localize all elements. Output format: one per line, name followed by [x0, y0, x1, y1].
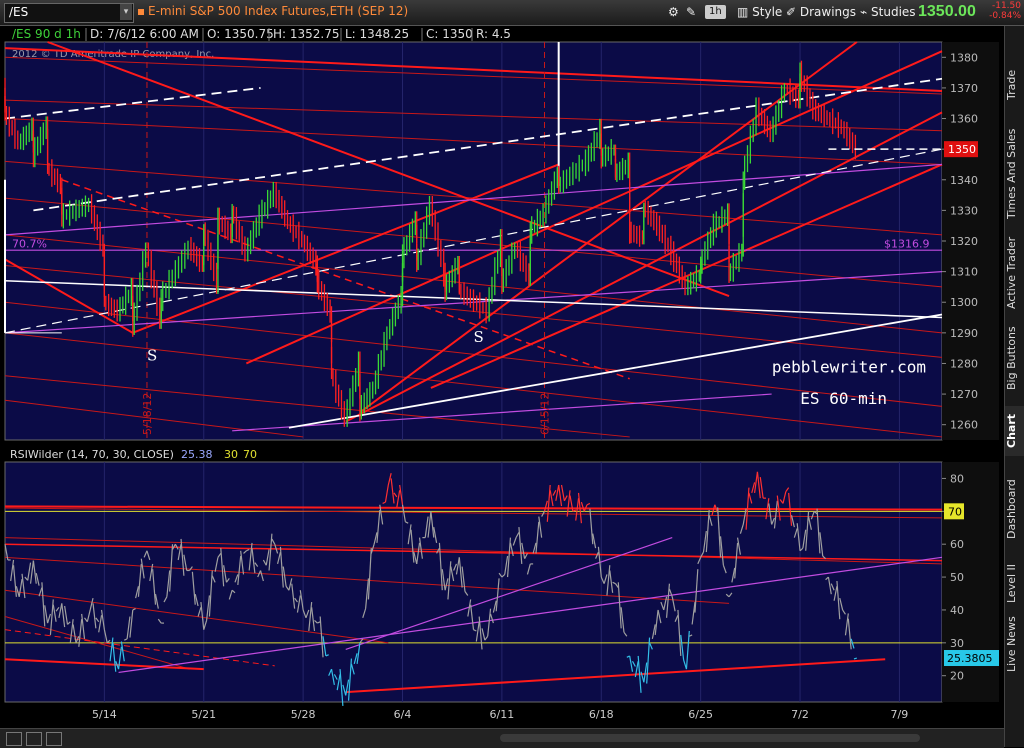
- fib-price-label: $1316.9: [884, 237, 930, 250]
- price-tick-label: 1310: [950, 266, 978, 279]
- price-tick-label: 1360: [950, 113, 978, 126]
- price-tick-label: 1320: [950, 235, 978, 248]
- vertical-date-label: 6/15/12: [538, 393, 551, 435]
- grid-icon[interactable]: [6, 732, 22, 746]
- x-tick-label: 5/14: [92, 708, 117, 721]
- rsi-tick-label: 50: [950, 571, 964, 584]
- chart-header-field: L: 1348.25: [345, 27, 409, 41]
- pencil-icon: ✐: [786, 5, 800, 19]
- price-tick-label: 1260: [950, 419, 978, 432]
- rsi-level-label: 70: [243, 448, 257, 461]
- chart-header-field: H: 1352.75: [273, 27, 340, 41]
- x-tick-label: 6/18: [589, 708, 614, 721]
- drawings-button[interactable]: ✐ Drawings: [786, 4, 856, 20]
- instrument-title: E-mini S&P 500 Index Futures,ETH (SEP 12…: [138, 4, 408, 18]
- rsi-level-label: 30: [224, 448, 238, 461]
- chart-header-field: R: 4.5: [476, 27, 511, 41]
- rsi-value-label: 25.38: [181, 448, 213, 461]
- x-tick-label: 5/28: [291, 708, 316, 721]
- change-percent: -0.84%: [989, 11, 1021, 21]
- style-label: Style: [752, 5, 783, 19]
- price-tick-label: 1330: [950, 204, 978, 217]
- chart-area[interactable]: 1260 1270 1280 1290 1300 1310 1320 1330 1340 1350…: [0, 26, 1004, 728]
- x-tick-label: 6/25: [688, 708, 713, 721]
- symbol-dropdown-icon[interactable]: ▾: [120, 4, 132, 20]
- style-icon: ▥: [737, 5, 753, 19]
- x-tick-label: 6/4: [394, 708, 412, 721]
- fib-level-label: 70.7%: [12, 237, 47, 250]
- chart-header-field: O: 1350.75: [207, 27, 274, 41]
- side-panel: Trade Times And Sales Active Trader Big But…: [1004, 26, 1024, 747]
- x-tick-label: 5/21: [191, 708, 216, 721]
- symbol-text: /ES: [9, 5, 29, 19]
- price-tick-label: 1300: [950, 296, 978, 309]
- studies-button[interactable]: ⌁ Studies: [860, 4, 916, 20]
- last-price: 1350.00: [918, 3, 976, 20]
- side-tab-active-trader[interactable]: Active Trader: [1005, 236, 1024, 310]
- studies-label: Studies: [871, 5, 916, 19]
- gear-icon[interactable]: ⚙: [668, 4, 679, 20]
- chart-header-field: C: 1350: [426, 27, 473, 41]
- timeframe-selector[interactable]: 1h: [705, 5, 726, 19]
- price-tick-label: 1280: [950, 357, 978, 370]
- rsi-tick-label: 20: [950, 670, 964, 683]
- side-tab-dashboard[interactable]: Dashboard: [1005, 468, 1024, 550]
- status-bar: [0, 728, 1004, 748]
- current-price-label: 1350: [948, 143, 976, 156]
- rsi-current-label: 25.3805: [947, 652, 993, 665]
- wrench-icon[interactable]: ✎: [686, 4, 696, 20]
- side-tab-chart[interactable]: Chart: [1005, 406, 1024, 456]
- side-tab-times-and-sales[interactable]: Times And Sales: [1005, 118, 1024, 230]
- watermark-label: ES 60-min: [800, 389, 887, 408]
- side-tab-live-news[interactable]: Live News: [1005, 616, 1024, 672]
- top-toolbar: /ES ▾ E-mini S&P 500 Index Futures,ETH (…: [0, 0, 1024, 26]
- rsi-tick-label: 30: [950, 637, 964, 650]
- price-tick-label: 1290: [950, 327, 978, 340]
- drawings-label: Drawings: [799, 5, 857, 19]
- window-icon[interactable]: [46, 732, 62, 746]
- horizontal-scrollbar[interactable]: [500, 734, 920, 742]
- x-tick-label: 7/2: [791, 708, 809, 721]
- style-button[interactable]: ▥ Style: [737, 4, 782, 20]
- support-annotation: S: [474, 328, 484, 346]
- price-tick-label: 1380: [950, 51, 978, 64]
- rsi-70-label: 70: [948, 505, 962, 518]
- rsi-tick-label: 60: [950, 538, 964, 551]
- vertical-date-label: 5/18/12: [141, 393, 154, 435]
- price-tick-label: 1270: [950, 388, 978, 401]
- price-change: -11.50 -0.84%: [985, 1, 1021, 21]
- x-tick-label: 7/9: [891, 708, 909, 721]
- x-tick-label: 6/11: [490, 708, 515, 721]
- instrument-description: E-mini S&P 500 Index Futures,ETH (SEP 12…: [148, 4, 409, 18]
- watermark-site: pebblewriter.com: [772, 358, 926, 377]
- layout-icon[interactable]: [26, 732, 42, 746]
- symbol-input[interactable]: /ES: [4, 3, 134, 23]
- side-tab-big-buttons[interactable]: Big Buttons: [1005, 316, 1024, 400]
- price-tick-label: 1340: [950, 174, 978, 187]
- rsi-title: RSIWilder (14, 70, 30, CLOSE): [10, 448, 174, 461]
- price-tick-label: 1370: [950, 82, 978, 95]
- rsi-tick-label: 40: [950, 604, 964, 617]
- chart-header-field: D: 7/6/12 6:00 AM: [90, 27, 199, 41]
- support-annotation: S: [147, 346, 157, 364]
- rsi-tick-label: 80: [950, 472, 964, 485]
- link-icon: [138, 9, 144, 15]
- change-value: -11.50: [991, 1, 1021, 11]
- chart-header-field: /ES 90 d 1h: [12, 27, 81, 41]
- side-tab-level-ii[interactable]: Level II: [1005, 556, 1024, 610]
- studies-icon: ⌁: [860, 5, 872, 19]
- side-tab-trade[interactable]: Trade: [1005, 56, 1024, 114]
